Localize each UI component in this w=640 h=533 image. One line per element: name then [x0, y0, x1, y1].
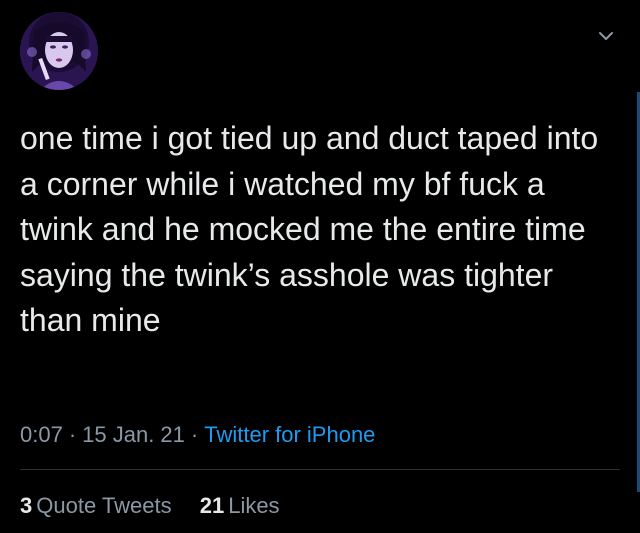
- tweet-source-link[interactable]: Twitter for iPhone: [204, 422, 375, 447]
- quote-tweets-label: Quote Tweets: [36, 493, 172, 518]
- tweet-time[interactable]: 0:07: [20, 422, 63, 447]
- avatar-image: [20, 12, 98, 90]
- tweet-date[interactable]: 15 Jan. 21: [82, 422, 185, 447]
- user-name-block[interactable]: [116, 26, 476, 90]
- quote-tweets-link[interactable]: 3 Quote Tweets: [20, 491, 172, 521]
- display-name[interactable]: [116, 26, 476, 52]
- chevron-down-icon[interactable]: [596, 26, 616, 46]
- likes-count: 21: [199, 493, 225, 518]
- quote-tweets-count: 3: [20, 493, 33, 518]
- user-handle[interactable]: [196, 66, 476, 90]
- likes-label: Likes: [228, 493, 280, 518]
- avatar[interactable]: [20, 12, 98, 90]
- tweet-header: [20, 12, 620, 92]
- tweet-stats: 3 Quote Tweets 21 Likes: [20, 491, 302, 521]
- tweet-detail: one time i got tied up and duct taped in…: [0, 0, 640, 533]
- tweet-meta: 0:07 · 15 Jan. 21 · Twitter for iPhone: [20, 420, 375, 450]
- likes-link[interactable]: 21 Likes: [200, 491, 280, 521]
- meta-separator: ·: [68, 422, 77, 447]
- tweet-text: one time i got tied up and duct taped in…: [20, 120, 599, 338]
- meta-separator: ·: [190, 422, 199, 447]
- divider: [20, 469, 620, 470]
